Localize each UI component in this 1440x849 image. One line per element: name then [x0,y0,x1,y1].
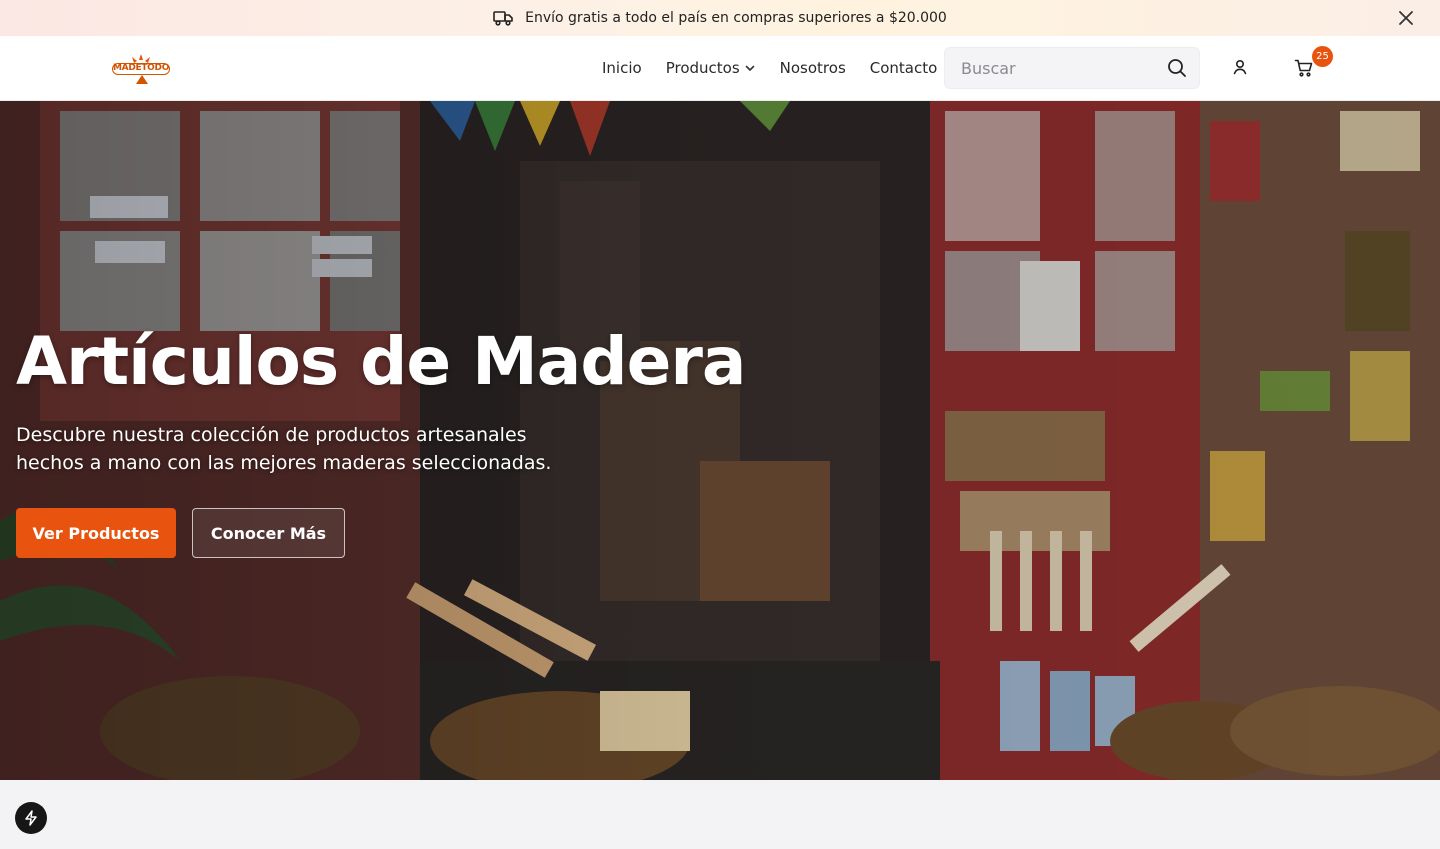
nav-label: Inicio [602,59,642,77]
nav-contacto[interactable]: Contacto [870,59,938,77]
cart-count-badge: 25 [1312,46,1333,67]
main-nav: Inicio Productos Nosotros Contacto [602,36,937,100]
hero-subtitle: Descubre nuestra colección de productos … [16,424,552,474]
hero-title: Artículos de Madera [16,323,746,400]
logo-text: MADETODO [112,63,170,75]
logo[interactable]: MADETODO [112,52,170,86]
announcement-text: Envío gratis a todo el país en compras s… [525,10,947,26]
conocer-mas-button[interactable]: Conocer Más [192,508,345,558]
ver-productos-button[interactable]: Ver Productos [16,508,176,558]
truck-icon [493,10,513,26]
user-icon[interactable] [1231,58,1249,76]
search-input[interactable] [945,58,1155,78]
cart-icon[interactable] [1294,58,1314,78]
nav-inicio[interactable]: Inicio [602,59,642,77]
close-icon[interactable] [1398,10,1414,26]
nav-label: Nosotros [779,59,846,77]
hero-banner: Artículos de Madera Descubre nuestra col… [0,101,1440,780]
site-header: MADETODO Inicio Productos Nosotros Conta… [0,36,1440,101]
nav-productos[interactable]: Productos [666,59,756,77]
logo-tree-icon [136,75,148,84]
nav-label: Productos [665,59,740,77]
nav-label: Contacto [869,59,938,77]
announcement-bar: Envío gratis a todo el país en compras s… [0,0,1440,36]
chevron-down-icon [745,65,754,71]
search-box [944,47,1200,89]
search-icon[interactable] [1167,58,1187,78]
lightning-icon[interactable] [15,802,47,834]
nav-nosotros[interactable]: Nosotros [780,59,846,77]
